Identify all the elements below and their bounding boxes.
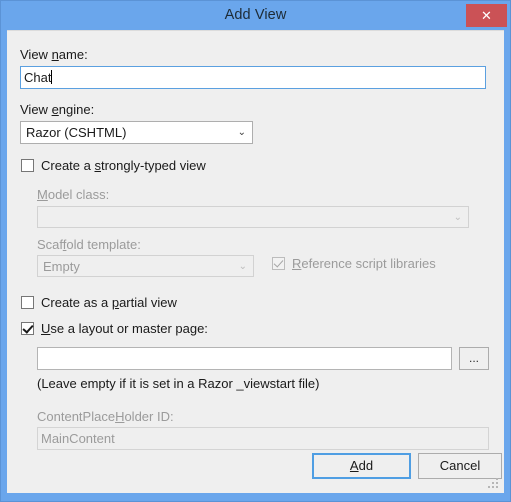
layout-path-input[interactable] [37, 347, 452, 370]
checkbox-box [21, 296, 34, 309]
partial-view-label: Create as a partial view [41, 295, 177, 310]
model-class-select[interactable]: ⌄ [37, 206, 469, 228]
browse-layout-button[interactable]: ... [459, 347, 489, 370]
use-layout-checkbox[interactable]: Use a layout or master page: [21, 321, 208, 336]
use-layout-label: Use a layout or master page: [41, 321, 208, 336]
model-class-label: Model class: [37, 187, 110, 202]
content-placeholder-label: ContentPlaceHolder ID: [37, 409, 174, 424]
add-button[interactable]: Add [312, 453, 411, 479]
strongly-typed-view-label: Create a strongly-typed view [41, 158, 206, 173]
view-engine-label: View engine: [20, 102, 95, 117]
checkbox-box [21, 159, 34, 172]
text-caret [51, 70, 53, 84]
checkbox-box [272, 257, 285, 270]
chevron-down-icon: ⌄ [453, 212, 462, 223]
dialog-titlebar[interactable]: Add View ✕ [1, 1, 510, 30]
content-placeholder-input[interactable]: MainContent [37, 427, 489, 450]
view-name-input[interactable]: Chat [20, 66, 486, 89]
add-view-dialog: Add View ✕ View name: Chat View engine: … [0, 0, 511, 502]
layout-hint-text: (Leave empty if it is set in a Razor _vi… [37, 376, 320, 391]
scaffold-template-select[interactable]: Empty ⌄ [37, 255, 254, 277]
reference-script-libraries-checkbox[interactable]: Reference script libraries [272, 256, 436, 271]
dialog-client-area: View name: Chat View engine: Razor (CSHT… [7, 30, 504, 493]
view-name-label: View name: [20, 47, 88, 62]
chevron-down-icon: ⌄ [238, 261, 247, 272]
partial-view-checkbox[interactable]: Create as a partial view [21, 295, 177, 310]
scaffold-template-label: Scaffold template: [37, 237, 141, 252]
chevron-down-icon: ⌄ [237, 127, 246, 138]
cancel-button[interactable]: Cancel [418, 453, 502, 479]
strongly-typed-view-checkbox[interactable]: Create a strongly-typed view [21, 158, 206, 173]
checkbox-box [21, 322, 34, 335]
view-engine-select[interactable]: Razor (CSHTML) ⌄ [20, 121, 253, 144]
reference-script-libraries-label: Reference script libraries [292, 256, 436, 271]
close-icon[interactable]: ✕ [466, 4, 507, 27]
dialog-title: Add View [224, 7, 287, 23]
resize-grip[interactable] [488, 478, 500, 490]
